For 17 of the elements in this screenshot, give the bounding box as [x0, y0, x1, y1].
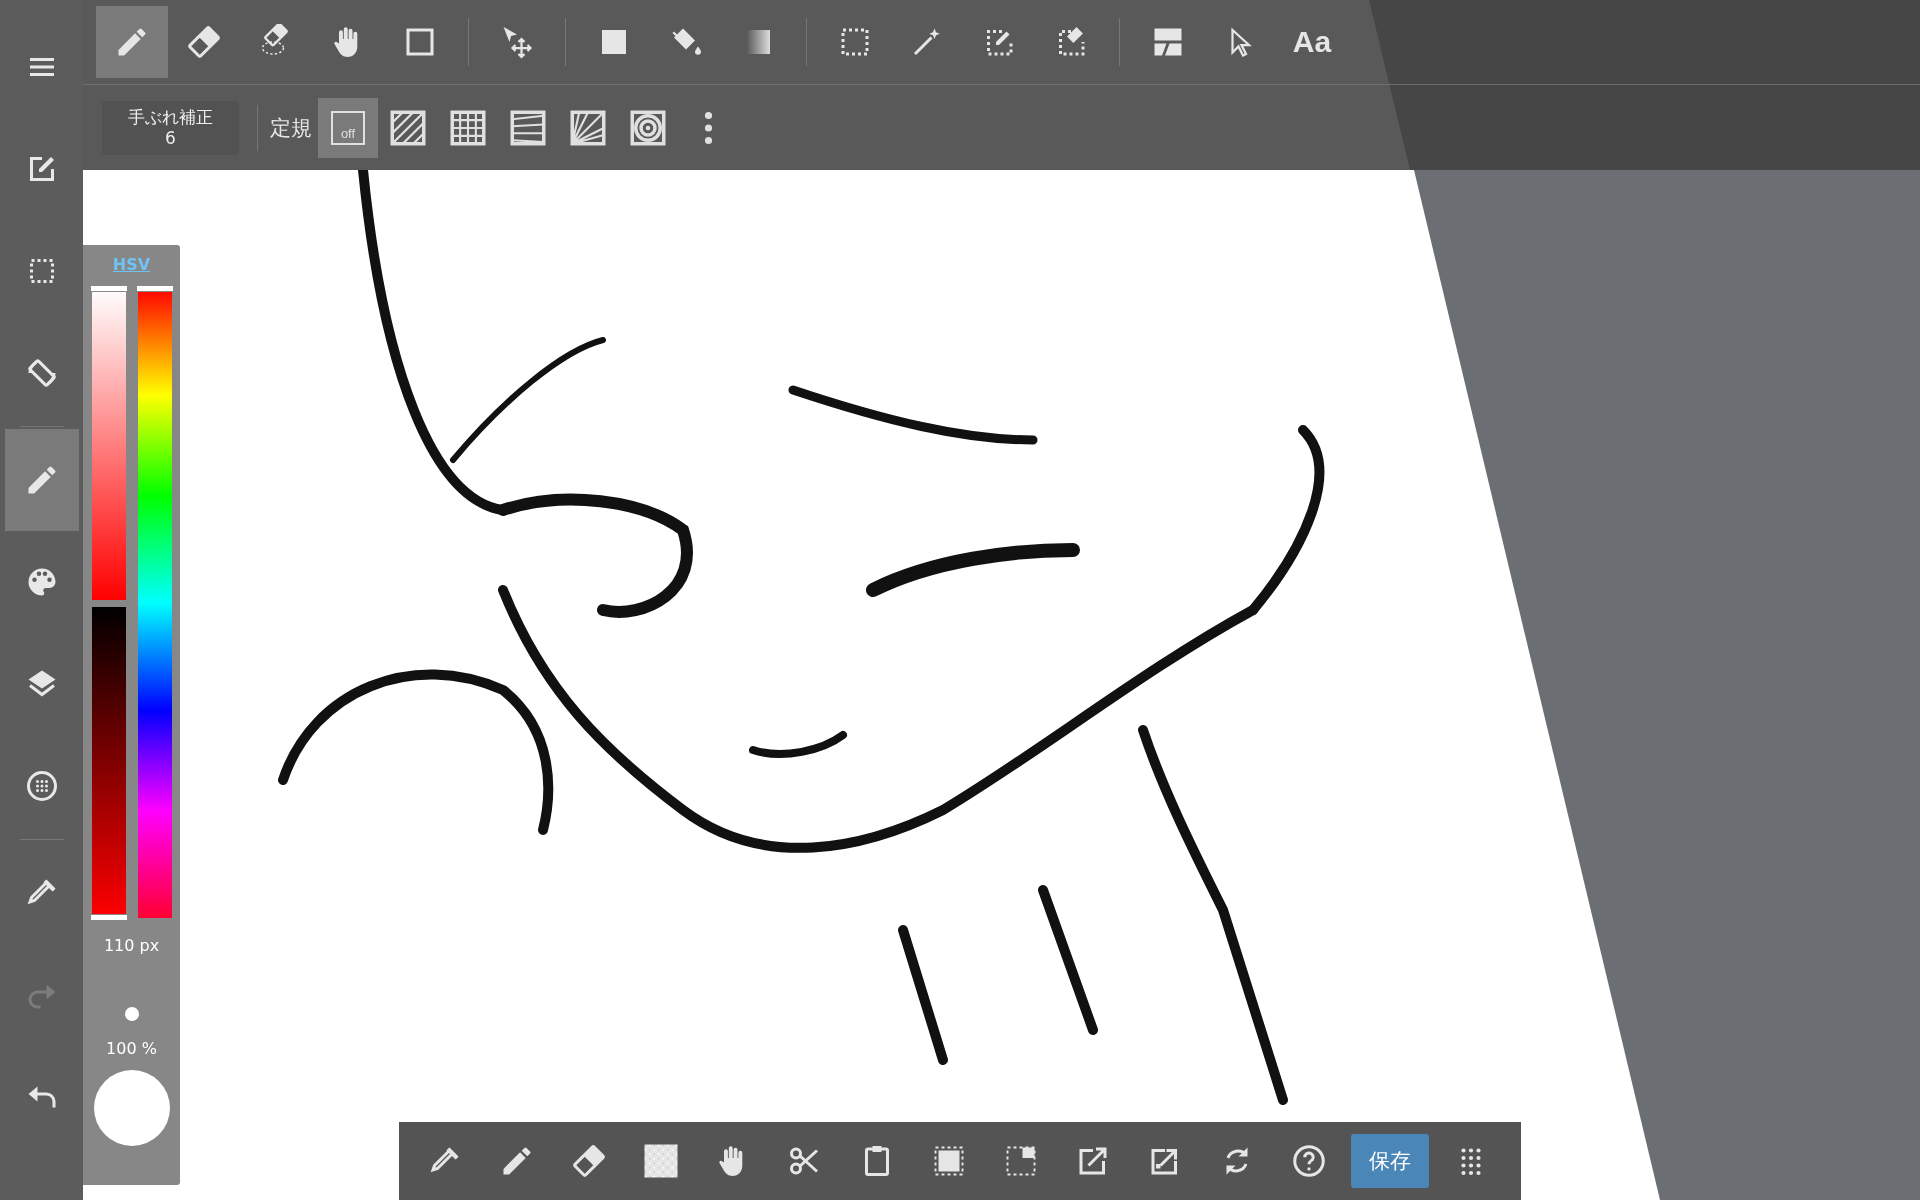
brush-size-label: 110 px [103, 936, 160, 955]
text-tool-button[interactable]: Aa [1276, 6, 1348, 78]
ruler-off-button[interactable]: off [318, 97, 378, 158]
pen-button[interactable] [4, 429, 79, 531]
brush-size-dot[interactable] [124, 1007, 139, 1021]
eraser-icon [571, 1143, 607, 1179]
more-icon [703, 110, 713, 145]
saturation-bar[interactable] [91, 288, 126, 918]
help-icon [1291, 1143, 1327, 1179]
opacity-label: 100 % [106, 1039, 157, 1058]
save-button[interactable]: 保存 [1351, 1134, 1429, 1188]
hue-bar[interactable] [137, 288, 172, 918]
eraser-icon [186, 24, 222, 60]
checkerboard-icon [643, 1143, 679, 1179]
stabilizer-button[interactable]: 手ぶれ補正 6 [102, 100, 239, 155]
ruler-label: 定規 [270, 114, 312, 142]
pen-tool-button[interactable] [96, 6, 168, 78]
